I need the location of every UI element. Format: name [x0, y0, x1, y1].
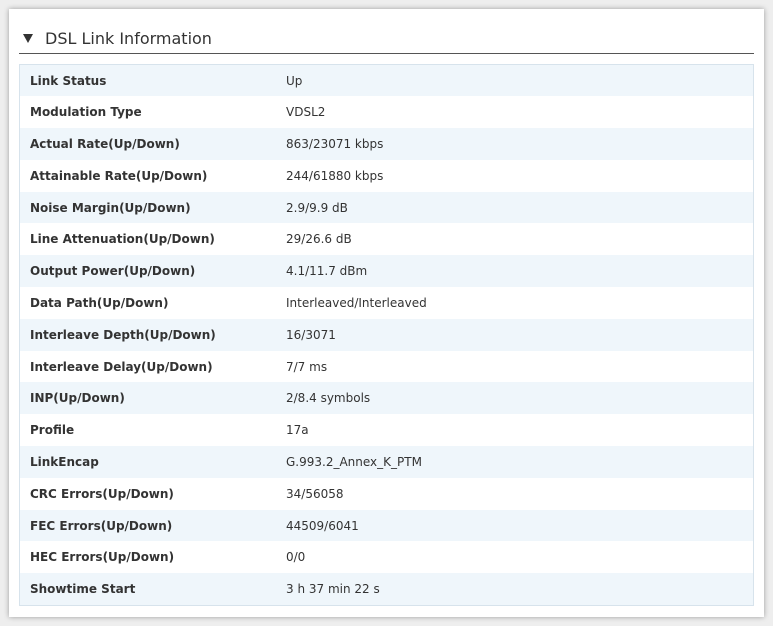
row-value: 17a [286, 414, 754, 447]
row-value: 3 h 37 min 22 s [286, 573, 754, 606]
row-label: Modulation Type [19, 96, 286, 129]
row-value: 0/0 [286, 541, 754, 574]
row-label: Interleave Depth(Up/Down) [19, 318, 286, 351]
table-row: HEC Errors(Up/Down) 0/0 [19, 541, 754, 574]
panel-title: DSL Link Information [45, 28, 212, 48]
panel-header[interactable]: DSL Link Information [19, 23, 754, 54]
table-row: Attainable Rate(Up/Down) 244/61880 kbps [19, 159, 754, 192]
dsl-info-table: Link Status Up Modulation Type VDSL2 Act… [19, 64, 754, 606]
row-label: Actual Rate(Up/Down) [19, 128, 286, 160]
dsl-link-info-panel: DSL Link Information Link Status Up Modu… [9, 9, 764, 617]
table-row: Modulation Type VDSL2 [19, 96, 754, 129]
table-row: Interleave Delay(Up/Down) 7/7 ms [19, 350, 754, 383]
row-value: G.993.2_Annex_K_PTM [286, 446, 754, 478]
table-row: Showtime Start 3 h 37 min 22 s [19, 573, 754, 606]
row-label: HEC Errors(Up/Down) [19, 541, 286, 574]
table-row: Profile 17a [19, 414, 754, 447]
row-label: Profile [19, 414, 286, 447]
table-row: LinkEncap G.993.2_Annex_K_PTM [19, 446, 754, 478]
row-value: 2/8.4 symbols [286, 382, 754, 415]
row-value: 44509/6041 [286, 509, 754, 542]
table-row: Link Status Up [19, 64, 754, 97]
table-row: CRC Errors(Up/Down) 34/56058 [19, 477, 754, 510]
row-label: Data Path(Up/Down) [19, 287, 286, 319]
row-label: Link Status [19, 64, 286, 97]
row-value: 29/26.6 dB [286, 223, 754, 256]
row-value: 244/61880 kbps [286, 159, 754, 192]
row-value: 34/56058 [286, 477, 754, 510]
row-label: Line Attenuation(Up/Down) [19, 223, 286, 256]
row-value: VDSL2 [286, 96, 754, 129]
row-label: INP(Up/Down) [19, 382, 286, 415]
row-value: 16/3071 [286, 318, 754, 351]
row-label: Attainable Rate(Up/Down) [19, 159, 286, 192]
row-value: 863/23071 kbps [286, 128, 754, 160]
row-label: CRC Errors(Up/Down) [19, 477, 286, 510]
row-value: Up [286, 64, 754, 97]
table-row: INP(Up/Down) 2/8.4 symbols [19, 382, 754, 415]
row-label: Showtime Start [19, 573, 286, 606]
table-row: Interleave Depth(Up/Down) 16/3071 [19, 318, 754, 351]
table-row: Actual Rate(Up/Down) 863/23071 kbps [19, 128, 754, 160]
row-value: 4.1/11.7 dBm [286, 255, 754, 288]
row-label: FEC Errors(Up/Down) [19, 509, 286, 542]
table-row: Output Power(Up/Down) 4.1/11.7 dBm [19, 255, 754, 288]
collapse-triangle-icon[interactable] [23, 33, 33, 43]
table-row: Line Attenuation(Up/Down) 29/26.6 dB [19, 223, 754, 256]
row-value: Interleaved/Interleaved [286, 287, 754, 319]
row-value: 2.9/9.9 dB [286, 191, 754, 224]
table-row: FEC Errors(Up/Down) 44509/6041 [19, 509, 754, 542]
table-row: Data Path(Up/Down) Interleaved/Interleav… [19, 287, 754, 319]
table-row: Noise Margin(Up/Down) 2.9/9.9 dB [19, 191, 754, 224]
row-label: Noise Margin(Up/Down) [19, 191, 286, 224]
row-label: LinkEncap [19, 446, 286, 478]
row-value: 7/7 ms [286, 350, 754, 383]
row-label: Interleave Delay(Up/Down) [19, 350, 286, 383]
row-label: Output Power(Up/Down) [19, 255, 286, 288]
